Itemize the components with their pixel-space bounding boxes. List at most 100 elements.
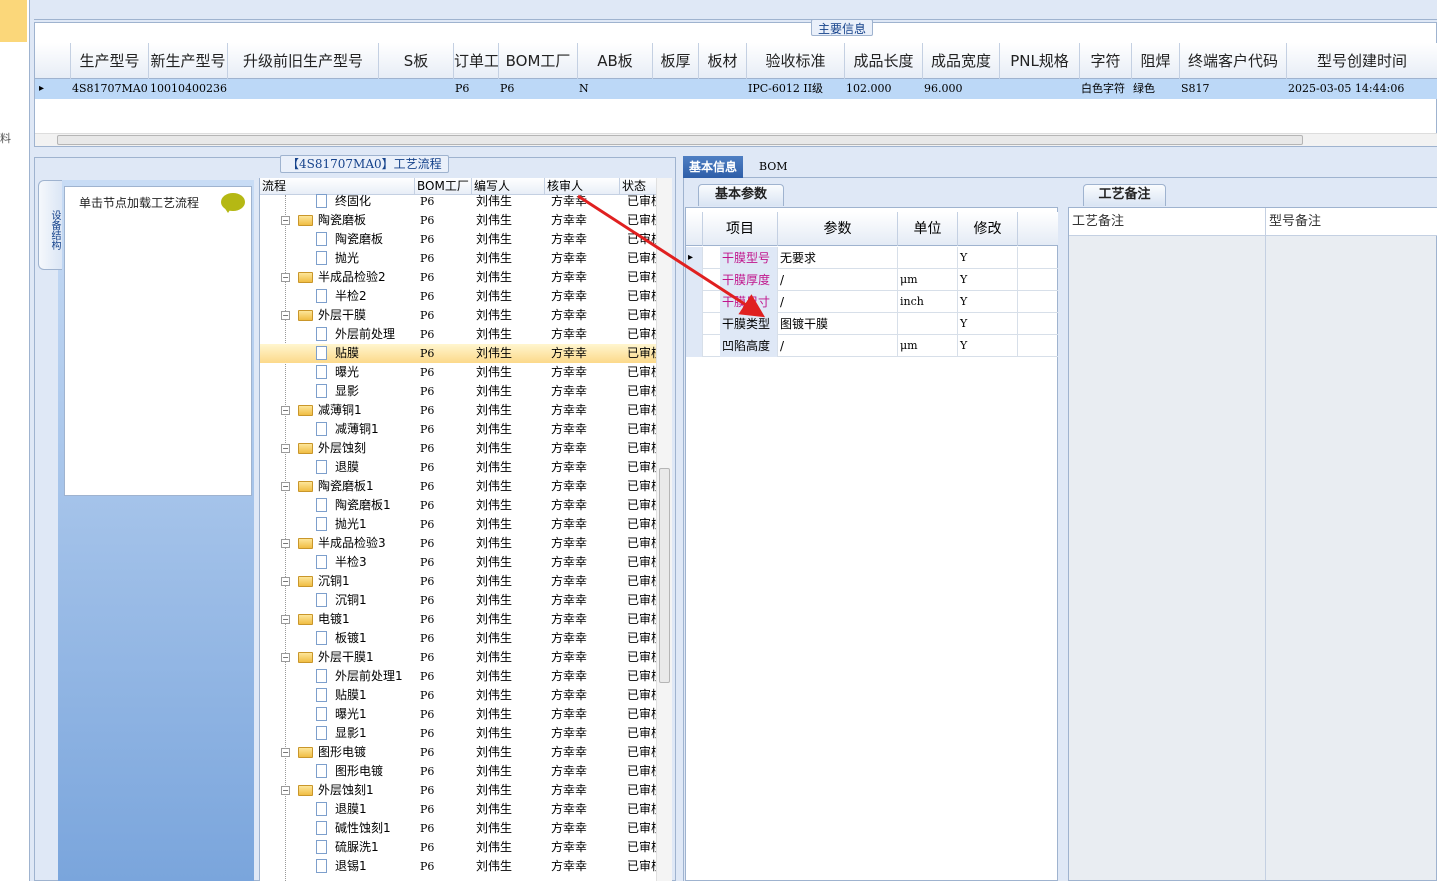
col-header[interactable]: 订单工厂: [454, 43, 499, 79]
tree-row[interactable]: 外层前处理1 P6 刘伟生 方幸幸 已审核: [260, 667, 658, 686]
param-value-cell[interactable]: /: [778, 335, 898, 357]
tree-row[interactable]: 贴膜 P6 刘伟生 方幸幸 已审核: [260, 344, 658, 363]
grid-cell[interactable]: 102.000: [846, 79, 922, 99]
grid-cell[interactable]: N: [579, 79, 652, 99]
grid-cell[interactable]: 白色字符: [1081, 79, 1131, 99]
param-unit-cell[interactable]: μm: [898, 269, 958, 291]
main-grid-hscrollbar[interactable]: [35, 133, 1437, 146]
tree-row[interactable]: 退膜 P6 刘伟生 方幸幸 已审核: [260, 458, 658, 477]
tree-row[interactable]: 显影1 P6 刘伟生 方幸幸 已审核: [260, 724, 658, 743]
tree-row[interactable]: − 陶瓷磨板1 P6 刘伟生 方幸幸 已审核: [260, 477, 658, 496]
param-edit-cell[interactable]: Y: [958, 335, 1018, 357]
tree-row[interactable]: − 电镀1 P6 刘伟生 方幸幸 已审核: [260, 610, 658, 629]
grid-cell[interactable]: [1001, 79, 1079, 99]
tree-row[interactable]: 半检3 P6 刘伟生 方幸幸 已审核: [260, 553, 658, 572]
vertical-tab-equipment[interactable]: 设备结构: [38, 180, 62, 270]
node-hint-box[interactable]: 单击节点加载工艺流程: [64, 186, 252, 496]
param-value-cell[interactable]: /: [778, 291, 898, 313]
col-header[interactable]: 字符: [1080, 43, 1132, 79]
col-header[interactable]: 成品长度: [845, 43, 923, 79]
tree-row[interactable]: 减薄铜1 P6 刘伟生 方幸幸 已审核: [260, 420, 658, 439]
tree-row[interactable]: 碱性蚀刻1 P6 刘伟生 方幸幸 已审核: [260, 819, 658, 838]
param-value-cell[interactable]: 无要求: [778, 247, 898, 269]
grid-cell[interactable]: S817: [1181, 79, 1286, 99]
collapse-icon[interactable]: −: [281, 615, 290, 624]
tree-row[interactable]: 硫脲洗1 P6 刘伟生 方幸幸 已审核: [260, 838, 658, 857]
grid-cell[interactable]: [654, 79, 698, 99]
tree-row[interactable]: 曝光 P6 刘伟生 方幸幸 已审核: [260, 363, 658, 382]
col-header[interactable]: BOM工厂: [499, 43, 578, 79]
params-col-header[interactable]: 单位: [898, 212, 958, 246]
horizontal-splitter[interactable]: [34, 148, 1437, 156]
grid-cell[interactable]: [700, 79, 746, 99]
active-nav-marker[interactable]: [0, 0, 27, 42]
params-col-header[interactable]: 修改: [958, 212, 1018, 246]
col-header[interactable]: 生产型号: [71, 43, 149, 79]
tree-row[interactable]: 退膜1 P6 刘伟生 方幸幸 已审核: [260, 800, 658, 819]
tree-row[interactable]: 板镀1 P6 刘伟生 方幸幸 已审核: [260, 629, 658, 648]
param-unit-cell[interactable]: [898, 313, 958, 335]
col-header[interactable]: 型号创建时间: [1287, 43, 1437, 79]
tree-row[interactable]: 贴膜1 P6 刘伟生 方幸幸 已审核: [260, 686, 658, 705]
col-header[interactable]: 验收标准: [747, 43, 845, 79]
collapse-icon[interactable]: −: [281, 406, 290, 415]
collapse-icon[interactable]: −: [281, 482, 290, 491]
collapse-icon[interactable]: −: [281, 216, 290, 225]
tree-row[interactable]: 外层前处理 P6 刘伟生 方幸幸 已审核: [260, 325, 658, 344]
param-value-cell[interactable]: /: [778, 269, 898, 291]
scroll-thumb[interactable]: [659, 468, 670, 683]
col-header[interactable]: AB板: [578, 43, 653, 79]
process-notes-column[interactable]: [1069, 236, 1266, 880]
col-header[interactable]: 终端客户代码: [1180, 43, 1287, 79]
tab-process-notes[interactable]: 工艺备注: [1083, 184, 1166, 206]
param-edit-cell[interactable]: Y: [958, 313, 1018, 335]
grid-cell[interactable]: IPC-6012 II级: [748, 79, 844, 99]
collapse-icon[interactable]: −: [281, 311, 290, 320]
tree-row[interactable]: − 半成品检验3 P6 刘伟生 方幸幸 已审核: [260, 534, 658, 553]
param-edit-cell[interactable]: Y: [958, 269, 1018, 291]
tree-row[interactable]: 沉铜1 P6 刘伟生 方幸幸 已审核: [260, 591, 658, 610]
param-unit-cell[interactable]: μm: [898, 335, 958, 357]
grid-cell[interactable]: [229, 79, 378, 99]
col-header[interactable]: 板材: [699, 43, 747, 79]
grid-cell[interactable]: P6: [455, 79, 498, 99]
params-col-header[interactable]: 参数: [778, 212, 898, 246]
param-unit-cell[interactable]: inch: [898, 291, 958, 313]
tree-row[interactable]: − 减薄铜1 P6 刘伟生 方幸幸 已审核: [260, 401, 658, 420]
col-header[interactable]: 成品宽度: [923, 43, 1000, 79]
main-grid-row[interactable]: ▸4S81707MA010010400236578P6P6NIPC-6012 I…: [35, 79, 1437, 99]
param-edit-cell[interactable]: Y: [958, 247, 1018, 269]
tree-row[interactable]: − 沉铜1 P6 刘伟生 方幸幸 已审核: [260, 572, 658, 591]
grid-cell[interactable]: 4S81707MA0: [72, 79, 148, 99]
grid-cell[interactable]: 96.000: [924, 79, 999, 99]
param-edit-cell[interactable]: Y: [958, 291, 1018, 313]
col-header[interactable]: PNL规格: [1000, 43, 1080, 79]
collapse-icon[interactable]: −: [281, 273, 290, 282]
grid-cell[interactable]: 2025-03-05 14:44:06: [1288, 79, 1437, 99]
collapse-icon[interactable]: −: [281, 748, 290, 757]
col-header[interactable]: 新生产型号: [149, 43, 228, 79]
tree-row[interactable]: 退锡1 P6 刘伟生 方幸幸 已审核: [260, 857, 658, 876]
collapse-icon[interactable]: −: [281, 577, 290, 586]
tree-row[interactable]: 图形电镀 P6 刘伟生 方幸幸 已审核: [260, 762, 658, 781]
param-unit-cell[interactable]: [898, 247, 958, 269]
col-header[interactable]: 升级前旧生产型号: [228, 43, 379, 79]
tree-row[interactable]: 显影 P6 刘伟生 方幸幸 已审核: [260, 382, 658, 401]
scroll-thumb[interactable]: [57, 135, 1303, 145]
tab-basic-info[interactable]: 基本信息: [683, 156, 744, 178]
tree-row[interactable]: − 外层蚀刻1 P6 刘伟生 方幸幸 已审核: [260, 781, 658, 800]
tree-row[interactable]: − 图形电镀 P6 刘伟生 方幸幸 已审核: [260, 743, 658, 762]
col-header[interactable]: 板厚: [653, 43, 699, 79]
param-value-cell[interactable]: 图镀干膜: [778, 313, 898, 335]
grid-cell[interactable]: 绿色: [1133, 79, 1179, 99]
tree-row[interactable]: 抛光1 P6 刘伟生 方幸幸 已审核: [260, 515, 658, 534]
tree-row[interactable]: 陶瓷磨板1 P6 刘伟生 方幸幸 已审核: [260, 496, 658, 515]
collapse-icon[interactable]: −: [281, 444, 290, 453]
params-row[interactable]: 凹陷高度 / μm Y: [686, 335, 1058, 357]
tree-row[interactable]: − 外层干膜1 P6 刘伟生 方幸幸 已审核: [260, 648, 658, 667]
grid-cell[interactable]: [380, 79, 453, 99]
tree-row[interactable]: − 外层蚀刻 P6 刘伟生 方幸幸 已审核: [260, 439, 658, 458]
col-header[interactable]: 阻焊: [1132, 43, 1180, 79]
collapse-icon[interactable]: −: [281, 786, 290, 795]
tree-row[interactable]: 曝光1 P6 刘伟生 方幸幸 已审核: [260, 705, 658, 724]
